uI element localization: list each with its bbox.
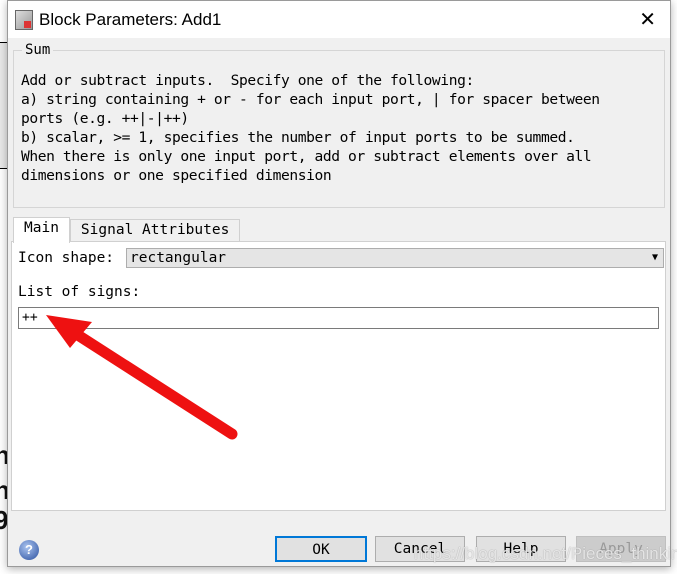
tab-main[interactable]: Main (13, 217, 70, 243)
watermark: https://blog.csdn.net/Pieces_thinking (414, 544, 677, 563)
red-arrow-annotation (46, 315, 238, 440)
